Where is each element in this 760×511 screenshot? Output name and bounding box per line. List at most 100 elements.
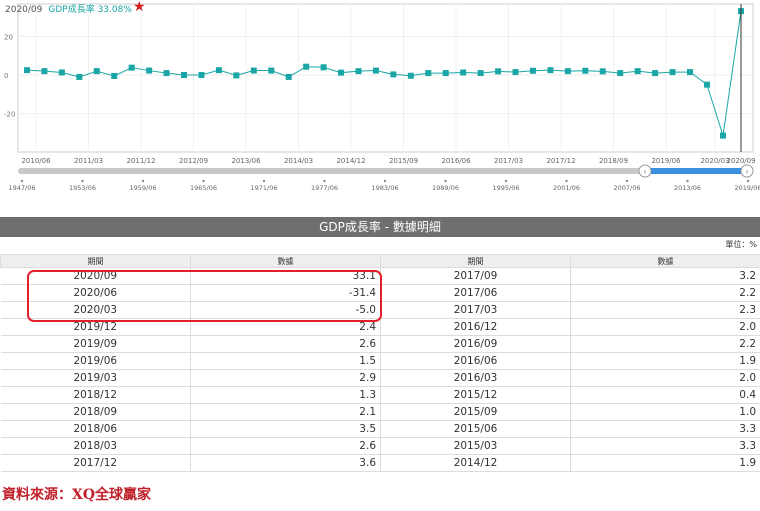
value-cell: 2.2 bbox=[570, 284, 760, 302]
header-gdp-label: GDP成長率 33.08% bbox=[48, 5, 132, 15]
data-point bbox=[111, 72, 118, 79]
navigator-tick bbox=[383, 179, 387, 183]
navigator-tick bbox=[323, 179, 326, 183]
value-cell: 1.9 bbox=[570, 454, 760, 472]
header-value-1: 數據 bbox=[190, 254, 381, 268]
period-cell: 2015/03 bbox=[380, 437, 571, 455]
data-point bbox=[181, 72, 188, 78]
value-cell: 2.1 bbox=[190, 403, 381, 421]
period-cell: 2017/03 bbox=[380, 301, 571, 319]
chevron-right-icon: › bbox=[745, 167, 748, 176]
data-point bbox=[634, 68, 641, 75]
x-tick-label: 2014/03 bbox=[284, 157, 313, 165]
data-point bbox=[407, 72, 414, 79]
x-tick-label: 2011/03 bbox=[74, 157, 103, 165]
period-cell: 2015/12 bbox=[380, 386, 571, 404]
data-point bbox=[652, 70, 659, 77]
period-cell: 2019/12 bbox=[0, 318, 191, 336]
data-point bbox=[76, 73, 83, 80]
value-cell: 3.2 bbox=[570, 267, 760, 285]
value-cell: 2.4 bbox=[190, 318, 381, 336]
period-cell: 2017/09 bbox=[380, 267, 571, 285]
navigator-tick bbox=[20, 179, 24, 183]
navigator-label: 1983/06 bbox=[371, 184, 398, 192]
period-cell: 2015/06 bbox=[380, 420, 571, 438]
value-cell: 3.6 bbox=[190, 454, 381, 472]
table-row: 2019/06 1.5 2016/06 1.9 bbox=[0, 352, 760, 370]
value-cell: 1.3 bbox=[190, 386, 381, 404]
period-cell: 2020/06 bbox=[0, 284, 191, 302]
red-star-icon: ★ bbox=[133, 0, 146, 15]
value-cell: 2.0 bbox=[570, 369, 760, 387]
data-point bbox=[24, 67, 30, 74]
data-point bbox=[442, 70, 449, 77]
data-point bbox=[233, 72, 240, 79]
x-tick-label: 2011/12 bbox=[126, 157, 155, 165]
chevron-left-icon: ‹ bbox=[643, 167, 646, 176]
value-cell: 3.3 bbox=[570, 437, 760, 455]
data-point bbox=[268, 67, 275, 74]
data-point bbox=[41, 68, 48, 75]
chart-svg: 20 0 -20 2010/06 2011/03 2011/12 2012/09 2013/0… bbox=[4, 3, 760, 192]
navigator-label: 1989/06 bbox=[432, 184, 459, 192]
data-point bbox=[355, 68, 362, 75]
navigator-selected-range bbox=[645, 168, 747, 174]
data-point bbox=[372, 67, 379, 74]
x-tick-label: 2016/06 bbox=[441, 157, 471, 165]
x-tick-label: 2013/06 bbox=[231, 157, 261, 165]
navigator-label: 1995/06 bbox=[492, 184, 519, 192]
table-row: 2019/12 2.4 2016/12 2.0 bbox=[0, 318, 760, 336]
data-point bbox=[250, 67, 257, 74]
chart-header: 2020/09 GDP成長率 33.08% bbox=[5, 2, 132, 15]
data-point bbox=[529, 67, 536, 74]
data-point bbox=[163, 70, 170, 77]
section-title: GDP成長率 - 數據明細 bbox=[0, 217, 760, 237]
x-tick-label: 2019/06 bbox=[651, 157, 681, 165]
period-cell: 2016/12 bbox=[380, 318, 571, 336]
data-point bbox=[547, 67, 554, 74]
data-point bbox=[495, 68, 502, 75]
data-point bbox=[128, 64, 135, 71]
data-point bbox=[582, 67, 589, 74]
period-cell: 2019/03 bbox=[0, 369, 191, 387]
navigator-tick bbox=[504, 179, 508, 183]
x-tick-label: 2014/12 bbox=[336, 157, 365, 165]
value-cell: 1.5 bbox=[190, 352, 381, 370]
x-tick-label: 2017/12 bbox=[546, 157, 575, 165]
navigator-tick bbox=[444, 179, 447, 183]
value-cell: -5.0 bbox=[190, 301, 381, 319]
navigator-label: 1947/06 bbox=[8, 184, 35, 192]
data-table: 期間 數據 期間 數據 2020/09 33.1 2017/09 3.2 2020/06… bbox=[0, 254, 760, 472]
navigator-label: 1977/06 bbox=[311, 184, 338, 192]
table-row: 2020/06 -31.4 2017/06 2.2 bbox=[0, 284, 760, 302]
data-point bbox=[477, 70, 484, 77]
value-cell: 2.3 bbox=[570, 301, 760, 319]
data-point bbox=[146, 67, 153, 74]
header-value-2: 數據 bbox=[570, 254, 760, 268]
navigator-label: 2019/06 bbox=[734, 184, 760, 192]
x-tick-label: 2020/09 bbox=[726, 157, 755, 165]
x-tick-label: 2018/09 bbox=[599, 157, 628, 165]
table-row: 2019/09 2.6 2016/09 2.2 bbox=[0, 335, 760, 353]
gdp-chart: 20 0 -20 2010/06 2011/03 2011/12 2012/09 2013/0… bbox=[0, 0, 760, 200]
period-cell: 2018/12 bbox=[0, 386, 191, 404]
data-point bbox=[58, 69, 65, 76]
data-point bbox=[720, 132, 726, 139]
navigator-label: 2001/06 bbox=[553, 184, 580, 192]
header-period-1: 期間 bbox=[0, 254, 191, 268]
value-cell: 1.9 bbox=[570, 352, 760, 370]
period-cell: 2018/09 bbox=[0, 403, 191, 421]
table-row: 2017/12 3.6 2014/12 1.9 bbox=[0, 454, 760, 472]
table-row: 2019/03 2.9 2016/03 2.0 bbox=[0, 369, 760, 387]
unit-label: 單位：% bbox=[725, 240, 757, 249]
x-tick-label: 2017/03 bbox=[494, 157, 523, 165]
plot-frame bbox=[17, 3, 754, 153]
data-point bbox=[564, 68, 571, 75]
period-cell: 2018/03 bbox=[0, 437, 191, 455]
data-point bbox=[599, 68, 606, 75]
data-point bbox=[669, 69, 676, 76]
data-point bbox=[303, 63, 310, 70]
period-cell: 2016/06 bbox=[380, 352, 571, 370]
period-cell: 2020/09 bbox=[0, 267, 191, 285]
y-tick-label: -20 bbox=[4, 111, 15, 119]
